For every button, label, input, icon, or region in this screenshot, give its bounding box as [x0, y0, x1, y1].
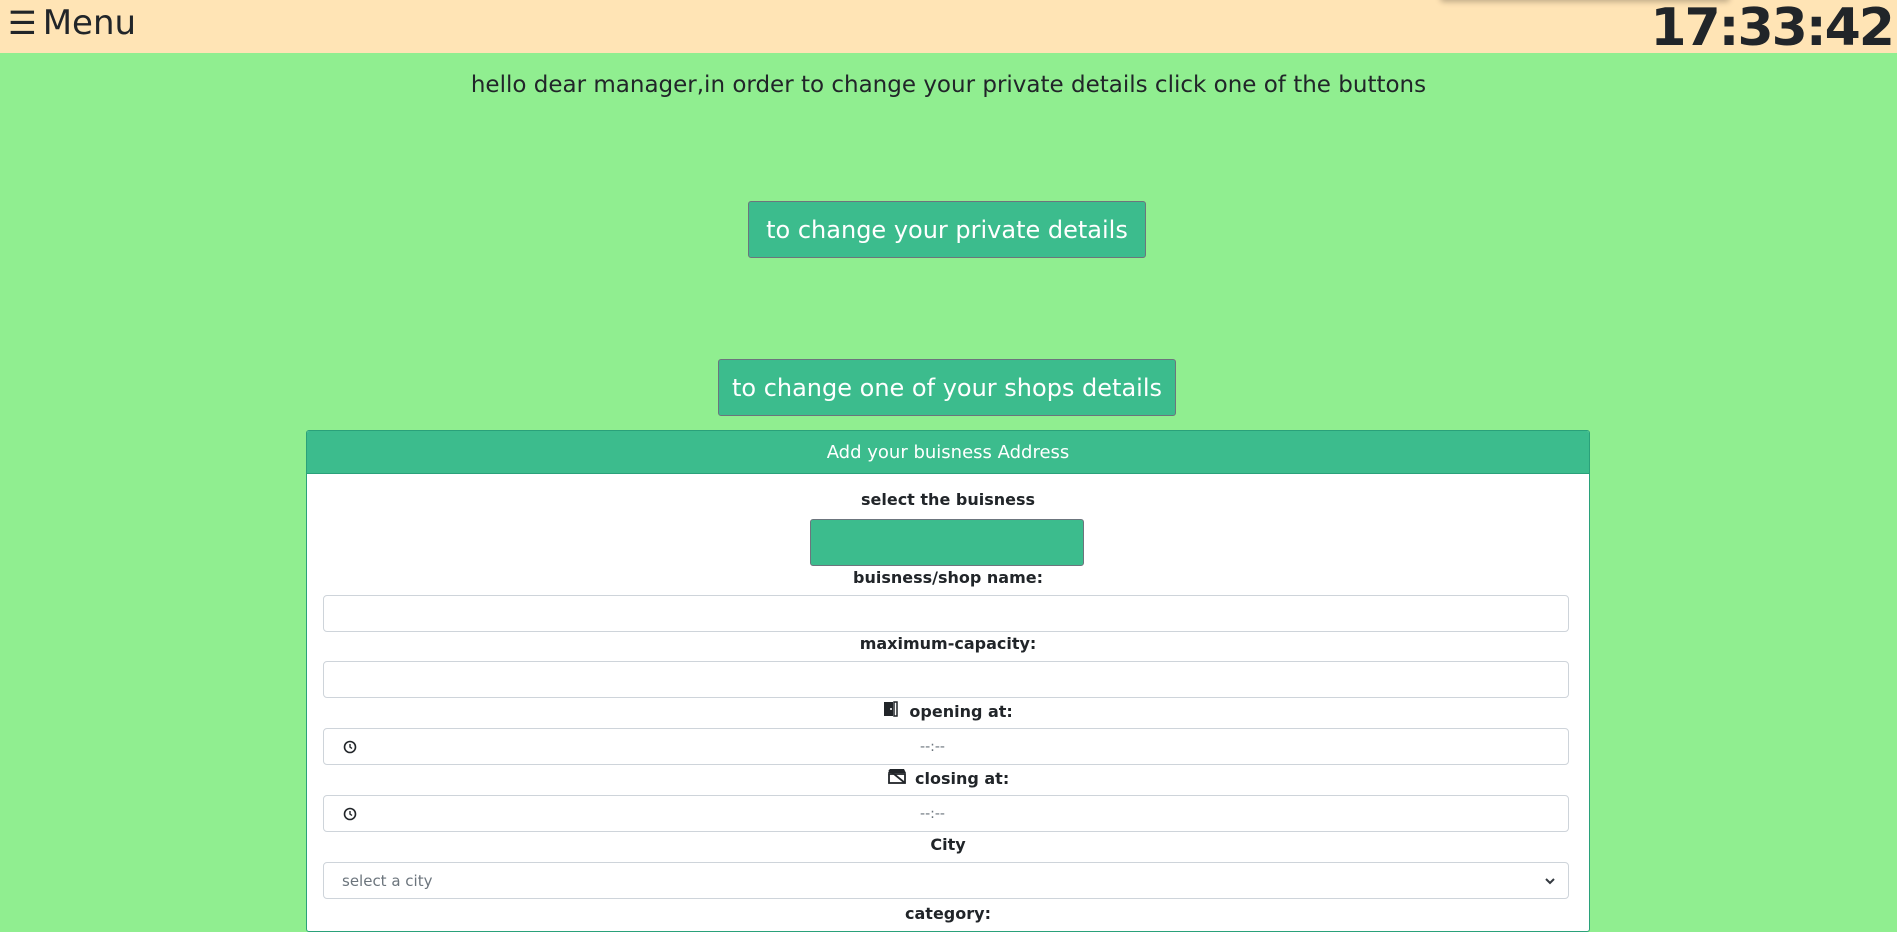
business-name-label: buisness/shop name:	[852, 568, 1044, 587]
opening-label: opening at:	[909, 702, 1013, 721]
change-private-details-button[interactable]: to change your private details	[748, 201, 1146, 258]
closing-label-row: closing at:	[307, 768, 1589, 788]
opening-time-value: --:--	[920, 738, 945, 755]
form-header: Add your buisness Address	[307, 431, 1589, 474]
change-shop-details-button[interactable]: to change one of your shops details	[718, 359, 1176, 416]
opening-label-row: opening at:	[307, 701, 1589, 721]
city-select[interactable]: select a city	[323, 862, 1569, 899]
closing-label: closing at:	[915, 769, 1010, 788]
city-select-value: select a city	[342, 871, 433, 890]
menu-label: Menu	[42, 3, 137, 43]
max-capacity-input[interactable]	[323, 661, 1569, 698]
clock-icon	[343, 807, 357, 820]
clock-icon	[343, 740, 357, 753]
closing-time-value: --:--	[920, 805, 945, 822]
business-name-input[interactable]	[323, 595, 1569, 632]
hamburger-icon: ☰	[8, 4, 37, 42]
business-address-form: Add your buisness Address select the bui…	[306, 430, 1590, 932]
select-business-button[interactable]	[810, 519, 1084, 566]
max-capacity-label: maximum-capacity:	[859, 634, 1037, 653]
menu-button[interactable]: ☰ Menu	[8, 3, 136, 43]
door-icon	[883, 701, 906, 721]
clock: 17:33:42	[1650, 0, 1895, 58]
select-business-label: select the buisness	[860, 490, 1035, 509]
chevron-down-icon	[1545, 877, 1555, 884]
closed-shop-icon	[887, 769, 912, 788]
opening-time-input[interactable]: --:--	[323, 728, 1569, 765]
city-label: City	[930, 835, 966, 854]
closing-time-input[interactable]: --:--	[323, 795, 1569, 832]
category-label: category:	[905, 904, 991, 923]
intro-text: hello dear manager,in order to change yo…	[470, 72, 1427, 98]
top-bar: ☰ Menu 17:33:42	[0, 0, 1897, 58]
